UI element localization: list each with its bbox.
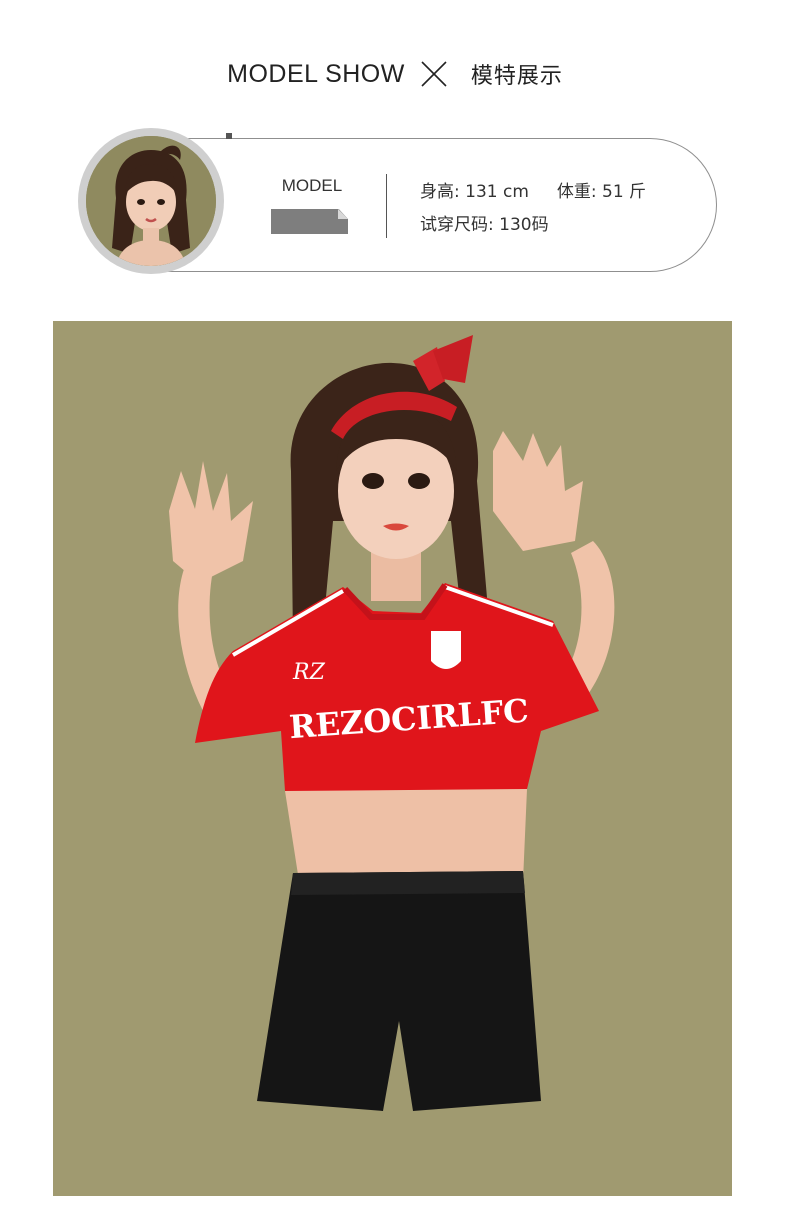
model-stats-row-1: 身高: 131 cm 体重: 51 斤 [420,177,646,202]
model-height: 身高: 131 cm [420,182,529,202]
header-title-en: MODEL SHOW [227,59,405,88]
section-header: MODEL SHOW 模特展示 [0,52,790,96]
model-info-card [140,138,717,272]
model-size: 试穿尺码: 130码 [420,215,549,235]
model-avatar [86,136,216,266]
shirt-logo: RZ [292,660,326,685]
model-outfit-illustration: RZ REZOCIRLFC [53,321,732,1196]
product-photo: RZ REZOCIRLFC [53,321,732,1196]
cross-icon [421,61,447,87]
model-weight: 体重: 51 斤 [556,182,647,202]
model-label: MODEL [281,176,343,195]
model-avatar-photo [86,136,216,266]
model-stats-row-2: 试穿尺码: 130码 [420,210,549,235]
header-title-zh: 模特展示 [470,64,563,89]
card-dot-decoration [226,133,232,139]
model-name-redacted [271,209,348,234]
card-divider [386,174,387,238]
